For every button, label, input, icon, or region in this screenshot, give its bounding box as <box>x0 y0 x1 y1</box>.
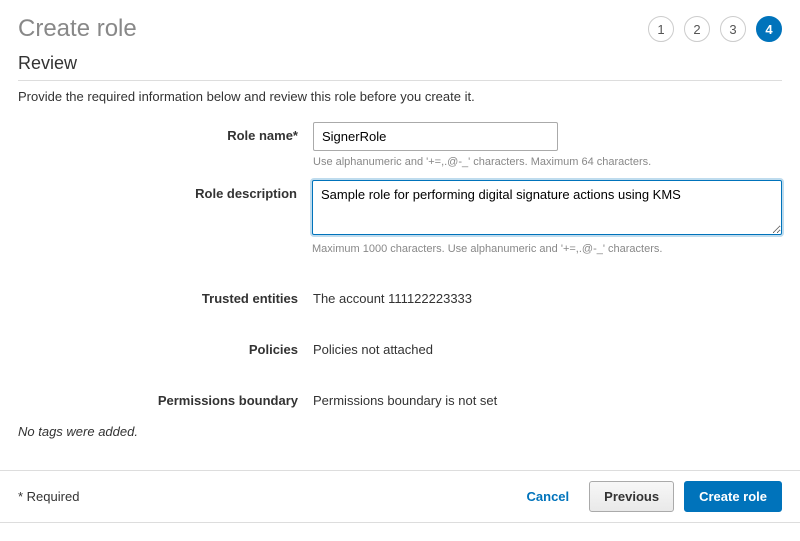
role-name-hint: Use alphanumeric and '+=,.@-_' character… <box>313 156 782 168</box>
step-3[interactable]: 3 <box>720 16 746 42</box>
role-description-hint: Maximum 1000 characters. Use alphanumeri… <box>312 243 782 255</box>
role-name-label: Role name* <box>18 122 313 143</box>
role-description-input[interactable] <box>312 180 782 235</box>
policies-value: Policies not attached <box>313 336 782 357</box>
policies-label: Policies <box>18 336 313 357</box>
page-title: Create role <box>18 15 137 43</box>
trusted-entities-value: The account 111122223333 <box>313 285 782 306</box>
previous-button[interactable]: Previous <box>589 481 674 512</box>
role-name-input[interactable] <box>313 122 558 151</box>
step-4[interactable]: 4 <box>756 16 782 42</box>
create-role-button[interactable]: Create role <box>684 481 782 512</box>
step-indicator: 1 2 3 4 <box>648 16 782 42</box>
section-title-review: Review <box>0 53 800 80</box>
required-note: * Required <box>18 489 79 504</box>
permissions-boundary-value: Permissions boundary is not set <box>313 387 782 408</box>
intro-text: Provide the required information below a… <box>0 81 800 116</box>
role-description-label: Role description <box>18 180 312 201</box>
permissions-boundary-label: Permissions boundary <box>18 387 313 408</box>
cancel-button[interactable]: Cancel <box>517 483 580 510</box>
step-1[interactable]: 1 <box>648 16 674 42</box>
step-2[interactable]: 2 <box>684 16 710 42</box>
trusted-entities-label: Trusted entities <box>18 285 313 306</box>
no-tags-message: No tags were added. <box>0 414 800 469</box>
